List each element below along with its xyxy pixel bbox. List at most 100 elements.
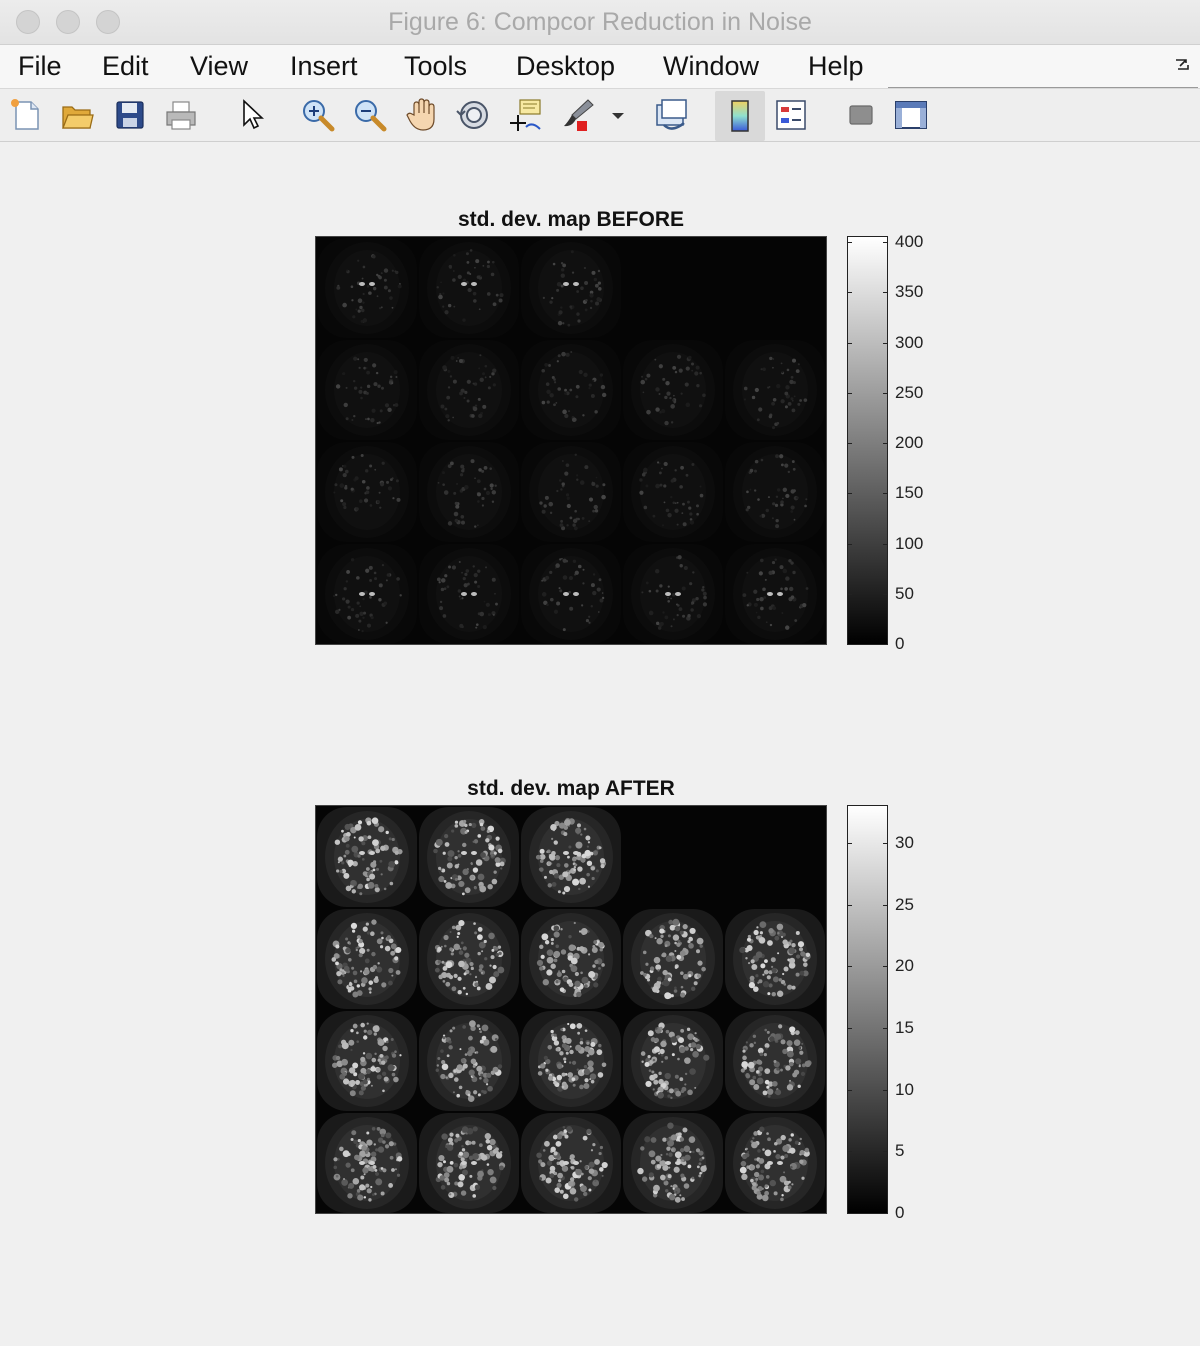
colorbar-tick-label: 50 [895, 583, 914, 603]
colorbar-tick-mark [847, 644, 852, 645]
colorbar-tick-label: 200 [895, 433, 924, 452]
colorbar-tick-mark [847, 342, 852, 344]
colorbar-tick-label: 30 [895, 833, 914, 852]
figure-canvas: std. dev. map BEFORE 0 50 100 150 200 250 300 3… [0, 142, 1200, 1346]
link-plot-icon [656, 99, 687, 130]
brain-slice [317, 238, 417, 338]
brain-slice [521, 544, 621, 644]
colorbar-tick-label: 0 [895, 1203, 905, 1222]
colorbar-tick-label: 5 [895, 1141, 905, 1161]
rotate-3d-button[interactable] [456, 97, 492, 133]
window-title: Figure 6: Compcor Reduction in Noise [388, 8, 812, 36]
colorbar-tick-mark [847, 904, 852, 906]
menu-file[interactable]: File [18, 51, 62, 82]
colorbar-tick-mark [847, 1151, 852, 1153]
brush-button[interactable] [560, 97, 596, 133]
menu-window[interactable]: Window [663, 51, 759, 82]
colorbar-tick-mark [883, 342, 888, 344]
legend-button[interactable] [773, 97, 809, 133]
colorbar-tick-label: 400 [895, 232, 924, 252]
brain-slice [317, 1011, 417, 1111]
colorbar-tick-mark [883, 443, 888, 444]
save-icon [116, 101, 144, 129]
menu-edit[interactable]: Edit [102, 51, 149, 82]
brush-icon [564, 99, 594, 131]
colorbar-tick-mark [883, 593, 888, 595]
menubar-divider [888, 87, 1198, 88]
data-cursor-icon [510, 99, 541, 131]
open-file-button[interactable] [59, 97, 95, 133]
colorbar-after[interactable] [847, 805, 888, 1214]
colorbar-tick-mark [883, 292, 888, 294]
brain-slice [725, 1011, 825, 1111]
colorbar-tick-mark [883, 966, 888, 968]
brain-slice [317, 340, 417, 440]
slice-montage-before [317, 238, 825, 644]
zoom-in-button[interactable] [300, 97, 336, 133]
colorbar-tick-mark [847, 1028, 852, 1029]
brain-slice [623, 442, 723, 542]
image-axes-after[interactable] [315, 805, 827, 1214]
menu-help[interactable]: Help [808, 51, 864, 82]
brain-slice [623, 544, 723, 644]
colorbar-tick-mark [847, 392, 852, 394]
colorbar-tick-mark [847, 493, 852, 495]
brain-slice [419, 1113, 519, 1213]
zoom-out-button[interactable] [352, 97, 388, 133]
show-plot-tools-icon [895, 101, 927, 129]
hide-plot-tools-button[interactable] [843, 97, 879, 133]
brush-dropdown-icon [612, 113, 624, 119]
show-plot-tools-button[interactable] [893, 97, 929, 133]
menu-tools[interactable]: Tools [404, 51, 467, 82]
new-figure-icon [11, 99, 39, 130]
menubar: File Edit View Insert Tools Desktop Wind… [0, 45, 1200, 89]
brain-slice [317, 1113, 417, 1213]
window-titlebar: Figure 6: Compcor Reduction in Noise [0, 0, 1200, 45]
colorbar-tick-label: 25 [895, 894, 914, 914]
save-button[interactable] [112, 97, 148, 133]
brain-slice [521, 1011, 621, 1111]
brain-slice [419, 238, 519, 338]
brain-slice [623, 1113, 723, 1213]
colorbar-tick-mark [847, 1213, 852, 1214]
colorbar-tick-mark [847, 443, 852, 444]
select-cursor-button[interactable] [234, 97, 270, 133]
colorbar-tick-label: 100 [895, 533, 924, 553]
print-icon [166, 101, 196, 130]
colorbar-tick-mark [883, 1213, 888, 1214]
figure-toolbar [0, 89, 1200, 142]
data-cursor-button[interactable] [508, 97, 544, 133]
brain-slice [317, 442, 417, 542]
colorbar-tick-mark [847, 966, 852, 968]
pan-button[interactable] [404, 97, 440, 133]
colorbar-before[interactable] [847, 236, 888, 645]
colorbar-button[interactable] [715, 91, 765, 141]
colorbar-tick-label: 150 [895, 483, 924, 503]
brain-slice [317, 909, 417, 1009]
print-button[interactable] [163, 97, 199, 133]
brain-slice [725, 442, 825, 542]
brain-slice [419, 340, 519, 440]
brain-slice [419, 807, 519, 907]
menu-desktop[interactable]: Desktop [516, 51, 615, 82]
link-plot-button[interactable] [654, 97, 690, 133]
menu-insert[interactable]: Insert [290, 51, 358, 82]
colorbar-tick-label: 300 [895, 332, 924, 352]
new-figure-button[interactable] [8, 97, 44, 133]
colorbar-tick-mark [883, 843, 888, 844]
colorbar-tick-mark [883, 392, 888, 394]
colorbar-tick-label: 20 [895, 956, 914, 976]
colorbar-tick-mark [883, 644, 888, 645]
brain-slice [521, 238, 621, 338]
colorbar-tick-mark [883, 1089, 888, 1091]
colorbar-tick-mark [883, 493, 888, 495]
menu-view[interactable]: View [190, 51, 248, 82]
brush-dropdown-button[interactable] [600, 97, 634, 133]
image-axes-before[interactable] [315, 236, 827, 645]
colorbar-tick-mark [883, 543, 888, 545]
colorbar-tick-mark [847, 843, 852, 844]
brain-slice [521, 909, 621, 1009]
dock-figure-icon[interactable] [1174, 57, 1190, 73]
brain-slice [623, 340, 723, 440]
brain-slice [725, 1113, 825, 1213]
